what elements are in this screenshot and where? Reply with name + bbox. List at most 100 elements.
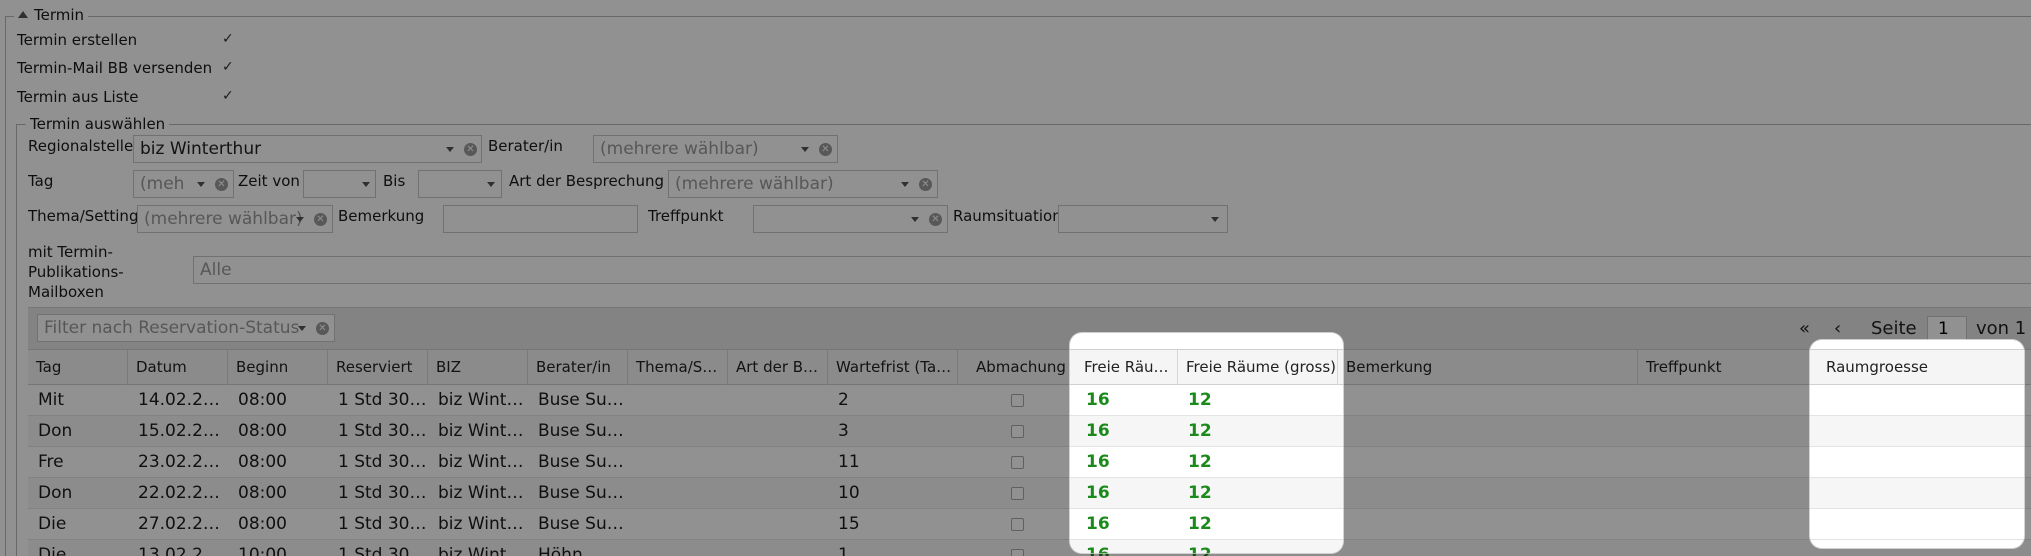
thema-select[interactable]: (mehrere wählbar) ✕ xyxy=(137,205,333,233)
col-bemerkung-header[interactable]: Bemerkung xyxy=(1338,350,1638,385)
col-raumgroesse-header[interactable]: Raumgroesse xyxy=(1818,350,2018,385)
col-reserviert-header[interactable]: Reserviert xyxy=(328,350,428,385)
col-tag-header[interactable]: Tag xyxy=(28,350,128,385)
table-row[interactable] xyxy=(1810,478,2024,509)
chevron-down-icon[interactable] xyxy=(298,326,306,331)
col-datum-header[interactable]: Datum xyxy=(128,350,228,385)
art-select[interactable]: (mehrere wählbar) ✕ xyxy=(668,170,938,198)
cell-biz: biz Wint… xyxy=(438,452,524,472)
table-row[interactable]: Mit 14.02.2… 08:00 1 Std 30… biz Wint… B… xyxy=(28,385,2031,416)
table-row[interactable]: 16 12 xyxy=(1070,478,1343,509)
table-row[interactable] xyxy=(1810,447,2024,478)
cell-datum: 27.02.2… xyxy=(138,514,220,534)
table-row[interactable]: 16 12 xyxy=(1070,509,1343,540)
cell-biz: biz Wint… xyxy=(438,545,524,556)
abmachung-checkbox[interactable] xyxy=(1011,456,1024,469)
zeit-von-select[interactable] xyxy=(303,170,376,198)
abmachung-checkbox[interactable] xyxy=(1011,394,1024,407)
termin-aus-liste-checkbox[interactable]: ✓ xyxy=(222,88,234,104)
table-row[interactable] xyxy=(1810,509,2024,540)
page-number-input[interactable]: 1 xyxy=(1927,316,1967,342)
col-thema-header[interactable]: Thema/S… xyxy=(628,350,728,385)
regionalstelle-select[interactable]: biz Winterthur ✕ xyxy=(133,135,482,163)
chevron-down-icon[interactable] xyxy=(197,182,205,187)
col-abmachung-header[interactable]: Abmachung xyxy=(958,350,1076,385)
mailboxen-input[interactable]: Alle xyxy=(193,256,2031,284)
abmachung-checkbox[interactable] xyxy=(1011,487,1024,500)
reservation-status-filter[interactable]: Filter nach Reservation-Status ✕ xyxy=(37,314,335,342)
chevron-down-icon[interactable] xyxy=(296,217,304,222)
table-row[interactable]: 16 12 xyxy=(1070,385,1343,416)
table-row[interactable]: 16 12 xyxy=(1070,540,1343,553)
termin-mail-label: Termin-Mail BB versenden xyxy=(17,59,213,77)
cell-wartefrist: 11 xyxy=(838,452,860,472)
chevron-down-icon[interactable] xyxy=(1211,217,1219,222)
chevron-down-icon[interactable] xyxy=(446,147,454,152)
clear-icon[interactable]: ✕ xyxy=(316,322,329,335)
page-count-label: von 1 xyxy=(1976,318,2027,339)
tag-select[interactable]: (meh ✕ xyxy=(133,170,234,198)
table-row[interactable]: Don 22.02.2… 08:00 1 Std 30… biz Wint… B… xyxy=(28,478,2031,509)
table-row[interactable] xyxy=(1810,416,2024,447)
mailboxen-label: mit Termin- Publikations- Mailboxen xyxy=(28,243,124,301)
col-treffpunkt-header[interactable]: Treffpunkt xyxy=(1638,350,1818,385)
col-biz-header[interactable]: BIZ xyxy=(428,350,528,385)
cell-reserviert: 1 Std 30… xyxy=(338,514,427,534)
cell-datum: 14.02.2… xyxy=(138,390,220,410)
table-row[interactable]: Fre 23.02.2… 08:00 1 Std 30… biz Wint… B… xyxy=(28,447,2031,478)
treffpunkt-select[interactable]: ✕ xyxy=(753,205,948,233)
bis-label: Bis xyxy=(383,172,406,190)
clear-icon[interactable]: ✕ xyxy=(929,213,942,226)
col-berater-header[interactable]: Berater/in xyxy=(528,350,628,385)
first-page-button[interactable]: « xyxy=(1799,318,1810,339)
berater-select[interactable]: (mehrere wählbar) ✕ xyxy=(593,135,838,163)
raumsituation-select[interactable] xyxy=(1058,205,1228,233)
cell-freie-raeume: 16 xyxy=(1086,514,1110,534)
table-row[interactable]: Die 27.02.2… 08:00 1 Std 30… biz Wint… B… xyxy=(28,509,2031,540)
highlight-raumgroesse: Raumgroesse xyxy=(1810,340,2024,548)
cell-freie-raeume: 16 xyxy=(1086,452,1110,472)
clear-icon[interactable]: ✕ xyxy=(819,143,832,156)
col-art-header[interactable]: Art der B… xyxy=(728,350,828,385)
cell-tag: Die xyxy=(38,545,67,556)
abmachung-checkbox[interactable] xyxy=(1011,425,1024,438)
termin-legend[interactable]: Termin xyxy=(14,6,89,24)
table-row[interactable] xyxy=(1810,385,2024,416)
col-freie-raeume-header[interactable]: Freie Räu… xyxy=(1076,350,1178,385)
clear-icon[interactable]: ✕ xyxy=(919,178,932,191)
table-row[interactable]: 16 12 xyxy=(1070,416,1343,447)
chevron-down-icon[interactable] xyxy=(487,182,495,187)
bis-select[interactable] xyxy=(418,170,502,198)
thema-label: Thema/Setting xyxy=(28,207,139,225)
clear-icon[interactable]: ✕ xyxy=(314,213,327,226)
cell-freie-raeume-gross: 12 xyxy=(1188,452,1212,472)
col-beginn-header[interactable]: Beginn xyxy=(228,350,328,385)
termin-erstellen-checkbox[interactable]: ✓ xyxy=(222,31,234,47)
col-wartefrist-header[interactable]: Wartefrist (Tage) xyxy=(828,350,958,385)
termin-mail-checkbox[interactable]: ✓ xyxy=(222,59,234,75)
highlight-freie-raeume: Freie Räu… Freie Räume (gross) 16 12 16 … xyxy=(1070,333,1343,553)
abmachung-checkbox[interactable] xyxy=(1011,518,1024,531)
cell-biz: biz Wint… xyxy=(438,483,524,503)
chevron-down-icon[interactable] xyxy=(362,182,370,187)
cell-reserviert: 1 Std 30… xyxy=(338,390,427,410)
zeit-von-label: Zeit von xyxy=(238,172,300,190)
cell-berater: Buse Su… xyxy=(538,452,624,472)
bemerkung-label: Bemerkung xyxy=(338,207,425,225)
chevron-down-icon[interactable] xyxy=(911,217,919,222)
chevron-down-icon[interactable] xyxy=(801,147,809,152)
clear-icon[interactable]: ✕ xyxy=(215,178,228,191)
clear-icon[interactable]: ✕ xyxy=(464,143,477,156)
cell-reserviert: 1 Std 30… xyxy=(338,421,427,441)
table-row[interactable]: 16 12 xyxy=(1070,447,1343,478)
chevron-down-icon[interactable] xyxy=(901,182,909,187)
table-row[interactable]: Don 15.02.2… 08:00 1 Std 30… biz Wint… B… xyxy=(28,416,2031,447)
table-row[interactable]: Die 13.02.2… 10:00 1 Std 30… biz Wint… H… xyxy=(28,540,2031,556)
col-freie-raeume-gross-header[interactable]: Freie Räume (gross) xyxy=(1178,350,1338,385)
collapse-triangle-icon[interactable] xyxy=(18,11,28,18)
bemerkung-input[interactable] xyxy=(443,205,638,233)
abmachung-checkbox[interactable] xyxy=(1011,549,1024,556)
prev-page-button[interactable]: ‹ xyxy=(1834,318,1841,339)
cell-freie-raeume-gross: 12 xyxy=(1188,514,1212,534)
cell-beginn: 08:00 xyxy=(238,390,287,410)
